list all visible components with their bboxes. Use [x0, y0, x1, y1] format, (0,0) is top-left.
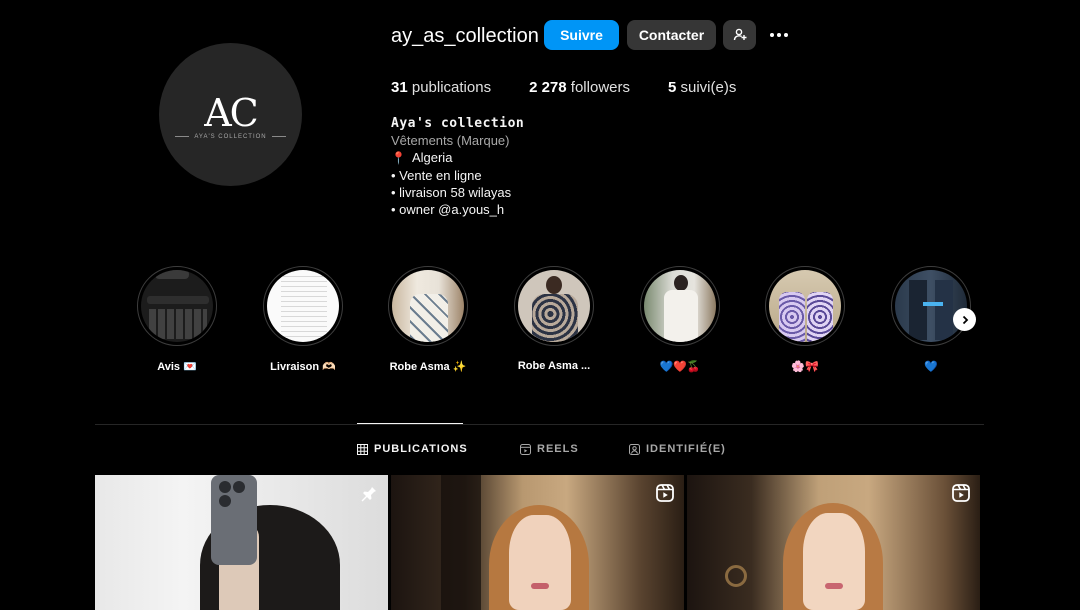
bio-category: Vêtements (Marque)	[391, 133, 510, 148]
follow-button[interactable]: Suivre	[544, 20, 619, 50]
profile-username: ay_as_collection	[391, 25, 539, 47]
pin-icon	[361, 486, 376, 502]
highlight-label: Robe Asma ...	[517, 360, 591, 372]
highlight-label: Livraison 🫶🏻	[270, 361, 336, 373]
highlight-label: 💙❤️🍒	[659, 361, 701, 373]
posts-stat: 31 publications	[391, 79, 492, 96]
highlight-thumbnail	[392, 270, 464, 342]
highlight-item[interactable]: Robe Asma ...	[514, 266, 594, 372]
highlight-thumbnail	[518, 270, 590, 342]
reel-icon	[520, 443, 531, 455]
more-options-button[interactable]	[766, 28, 792, 42]
highlight-thumbnail	[644, 270, 716, 342]
avatar-subtitle: AYA'S COLLECTION	[194, 133, 267, 140]
profile-avatar[interactable]: AC AYA'S COLLECTION	[159, 43, 302, 186]
highlight-item[interactable]: 💙❤️🍒	[640, 266, 720, 373]
highlight-thumbnail	[895, 270, 967, 342]
tagged-icon	[629, 443, 640, 455]
bio-line[interactable]: • owner @a.yous_h	[391, 201, 524, 218]
active-tab-indicator	[357, 423, 463, 424]
highlight-thumbnail	[267, 270, 339, 342]
bio-name: Aya's collection	[391, 116, 525, 131]
reel-icon	[656, 484, 674, 502]
bio-line: • livraison 58 wilayas	[391, 185, 512, 200]
following-stat[interactable]: 5 suivi(e)s	[668, 79, 736, 96]
profile-bio: Aya's collection Vêtements (Marque) 📍 Alg…	[391, 115, 524, 218]
more-horizontal-icon	[770, 33, 774, 37]
highlight-label: Avis 💌	[157, 361, 197, 373]
highlight-thumbnail	[769, 270, 841, 342]
add-user-icon	[733, 28, 746, 41]
followers-stat[interactable]: 2 278 followers	[529, 79, 630, 96]
tab-reels[interactable]: REELS	[520, 443, 579, 455]
highlights-next-button[interactable]	[953, 308, 976, 331]
highlight-label: 🌸🎀	[791, 361, 819, 373]
grid-icon	[357, 443, 368, 455]
profile-stats: 31 publications 2 278 followers 5 suivi(…	[391, 79, 774, 96]
highlight-item[interactable]: 🌸🎀	[765, 266, 845, 373]
highlight-label: Robe Asma ✨	[389, 361, 467, 373]
post-tile[interactable]	[95, 475, 388, 610]
highlight-label: 💙	[924, 361, 938, 373]
tab-tagged[interactable]: IDENTIFIÉ(E)	[629, 443, 726, 455]
story-highlights: Avis 💌 Livraison 🫶🏻 Robe Asma ✨ Robe Asm…	[137, 266, 987, 386]
highlight-item[interactable]: Avis 💌	[137, 266, 217, 373]
post-tile[interactable]	[687, 475, 980, 610]
contact-button[interactable]: Contacter	[627, 20, 716, 50]
highlight-thumbnail	[141, 270, 213, 342]
post-tile[interactable]	[391, 475, 684, 610]
suggest-users-button[interactable]	[723, 20, 756, 50]
highlight-item[interactable]: Robe Asma ✨	[388, 266, 468, 373]
tabs-divider	[95, 424, 984, 425]
bio-location: 📍 Algeria	[391, 150, 453, 165]
bio-line: • Vente en ligne	[391, 168, 482, 183]
chevron-right-icon	[962, 315, 968, 324]
tab-publications[interactable]: PUBLICATIONS	[357, 443, 468, 455]
highlight-item[interactable]: Livraison 🫶🏻	[263, 266, 343, 373]
reel-icon	[952, 484, 970, 502]
location-pin-icon: 📍	[391, 151, 406, 165]
avatar-monogram: AC	[204, 90, 259, 135]
